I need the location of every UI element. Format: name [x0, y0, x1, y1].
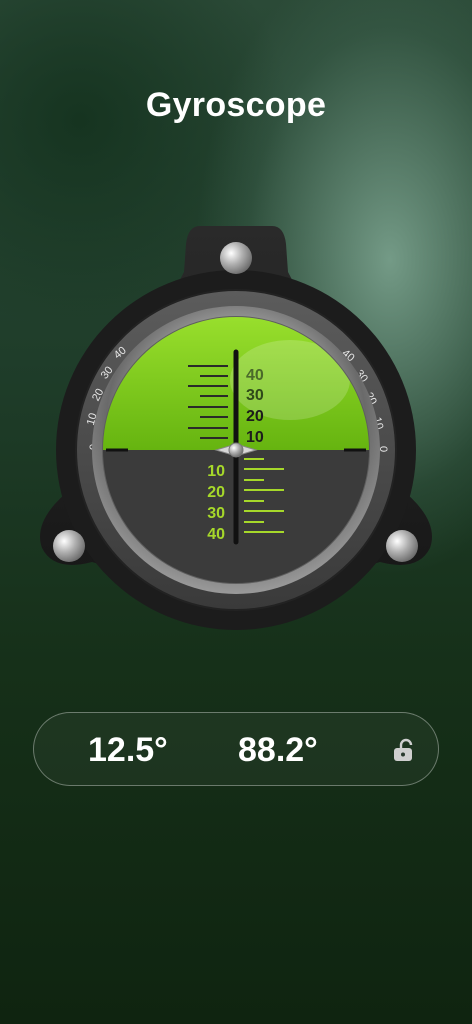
scale-label: 30	[246, 387, 264, 404]
scale-label: 20	[246, 408, 264, 425]
screw-icon	[386, 530, 418, 562]
scale-label: 40	[246, 367, 264, 384]
gauge-svg: 0 10 20 30 40 40 30 20 10 0 40 30 20 10	[40, 226, 432, 630]
page-title: Gyroscope	[145, 86, 327, 124]
inclinometer-gauge: 0 10 20 30 40 40 30 20 10 0 40 30 20 10	[0, 200, 472, 660]
needle-pivot	[228, 442, 244, 458]
scale-label: 20	[207, 484, 225, 501]
scale-label: 10	[207, 463, 225, 480]
scale-label: 10	[246, 429, 264, 446]
angle-readout: 12.5° 88.2°	[33, 712, 439, 786]
scale-label: 30	[207, 505, 225, 522]
screw-icon	[53, 530, 85, 562]
angle-value-1: 12.5°	[88, 731, 168, 769]
angle-value-2: 88.2°	[238, 731, 318, 769]
unlock-icon[interactable]	[392, 738, 414, 762]
screw-icon	[220, 242, 252, 274]
scale-label: 40	[207, 526, 225, 543]
